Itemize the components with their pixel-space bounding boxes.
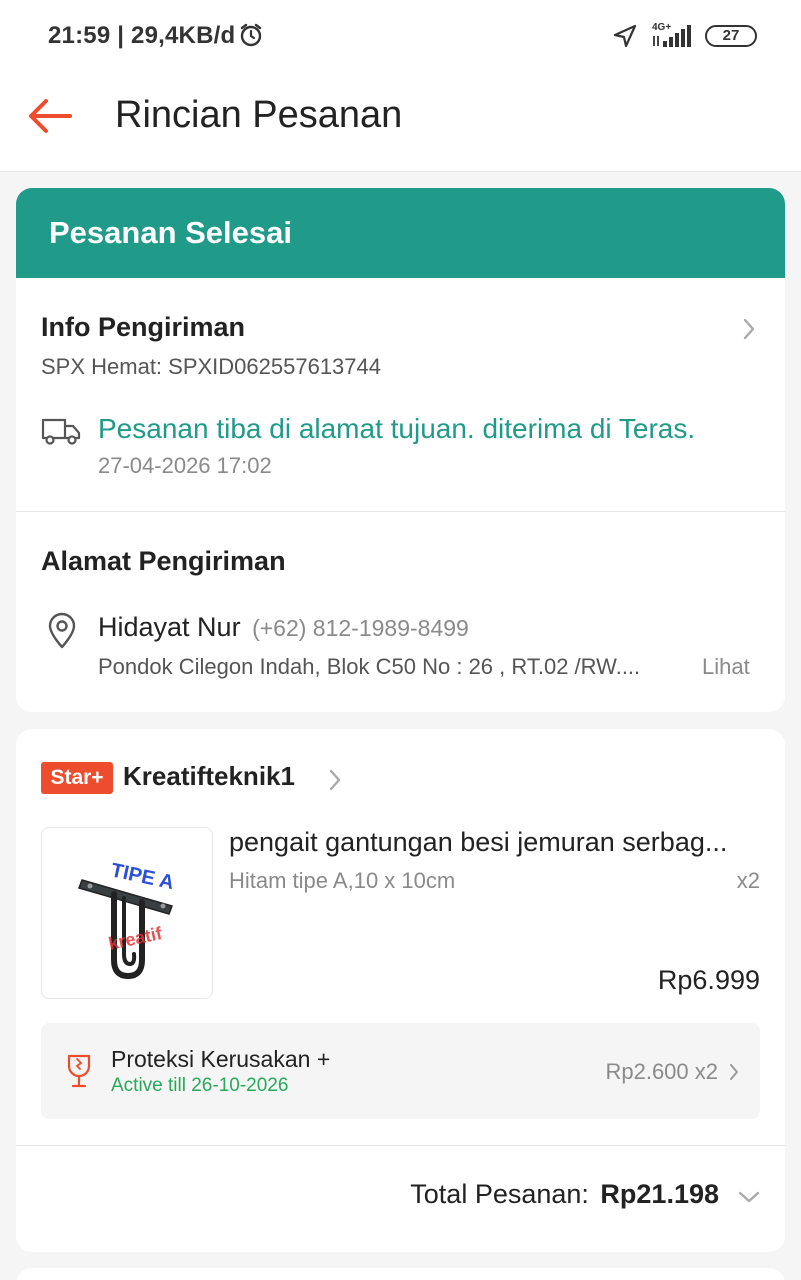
back-arrow-icon[interactable] xyxy=(22,92,78,140)
chevron-right-icon[interactable] xyxy=(326,767,344,793)
recipient-address: Pondok Cilegon Indah, Blok C50 No : 26 ,… xyxy=(98,654,641,679)
protection-active-until: Active till 26-10-2026 xyxy=(111,1075,289,1096)
star-plus-badge: Star+ xyxy=(41,762,113,794)
network-type-label: 4G+ xyxy=(652,22,671,33)
order-total-value: Rp21.198 xyxy=(600,1179,719,1209)
protection-price: Rp2.600 x2 xyxy=(605,1059,718,1084)
protection-title: Proteksi Kerusakan + xyxy=(111,1046,331,1072)
order-status-banner: Pesanan Selesai xyxy=(16,188,785,278)
location-pin-icon xyxy=(48,612,76,649)
order-info-card: Pesanan Selesai Info Pengiriman SPX Hema… xyxy=(16,188,785,712)
order-status-label: Pesanan Selesai xyxy=(49,215,292,250)
location-arrow-icon xyxy=(613,24,637,48)
status-time: 21:59 | 29,4KB/d xyxy=(48,22,236,49)
chevron-right-icon[interactable] xyxy=(740,316,758,342)
alarm-icon xyxy=(240,23,262,47)
courier-tracking-number: SPX Hemat: SPXID062557613744 xyxy=(41,354,382,379)
shop-name[interactable]: Kreatifteknik1 xyxy=(123,761,295,792)
battery-indicator: 27 xyxy=(705,25,757,47)
shipping-address-title: Alamat Pengiriman xyxy=(41,546,286,576)
view-address-link[interactable]: Lihat xyxy=(702,654,750,680)
product-image[interactable]: TIPE A kreatif xyxy=(41,827,213,999)
order-total-label: Total Pesanan: xyxy=(410,1179,589,1209)
divider xyxy=(16,511,785,512)
order-items-card: Star+ Kreatifteknik1 TIPE A kreatif peng… xyxy=(16,729,785,1252)
product-variant: Hitam tipe A,10 x 10cm xyxy=(229,868,456,893)
signal-icon: 4G+ xyxy=(652,22,691,47)
truck-icon xyxy=(41,418,81,445)
tracking-status[interactable]: Pesanan tiba di alamat tujuan. diterima … xyxy=(98,413,695,445)
recipient-name: Hidayat Nur (+62) 812-1989-8499 xyxy=(98,612,469,643)
shipping-info-title[interactable]: Info Pengiriman xyxy=(41,312,245,343)
tracking-time: 27-04-2026 17:02 xyxy=(98,453,272,478)
recipient-name-text: Hidayat Nur xyxy=(98,612,241,642)
divider xyxy=(16,1145,785,1146)
page-title: Rincian Pesanan xyxy=(115,94,403,136)
product-name[interactable]: pengait gantungan besi jemuran serbag... xyxy=(229,827,761,858)
app-header: Rincian Pesanan xyxy=(0,72,801,172)
recipient-phone: (+62) 812-1989-8499 xyxy=(252,615,469,641)
product-price: Rp6.999 xyxy=(657,965,760,995)
image-label-text: TIPE A xyxy=(109,859,176,894)
product-quantity: x2 xyxy=(736,868,760,893)
next-card xyxy=(16,1268,785,1280)
chevron-down-icon[interactable] xyxy=(737,1190,761,1204)
hanger-hook-illustration: TIPE A kreatif xyxy=(78,859,176,980)
fragile-glass-icon xyxy=(67,1054,91,1088)
status-bar: 21:59 | 29,4KB/d 4G+ 27 xyxy=(0,0,801,72)
order-total: Total Pesanan: Rp21.198 xyxy=(410,1179,719,1210)
chevron-right-icon xyxy=(730,1064,738,1080)
damage-protection-row[interactable]: Proteksi Kerusakan + Active till 26-10-2… xyxy=(41,1023,760,1119)
